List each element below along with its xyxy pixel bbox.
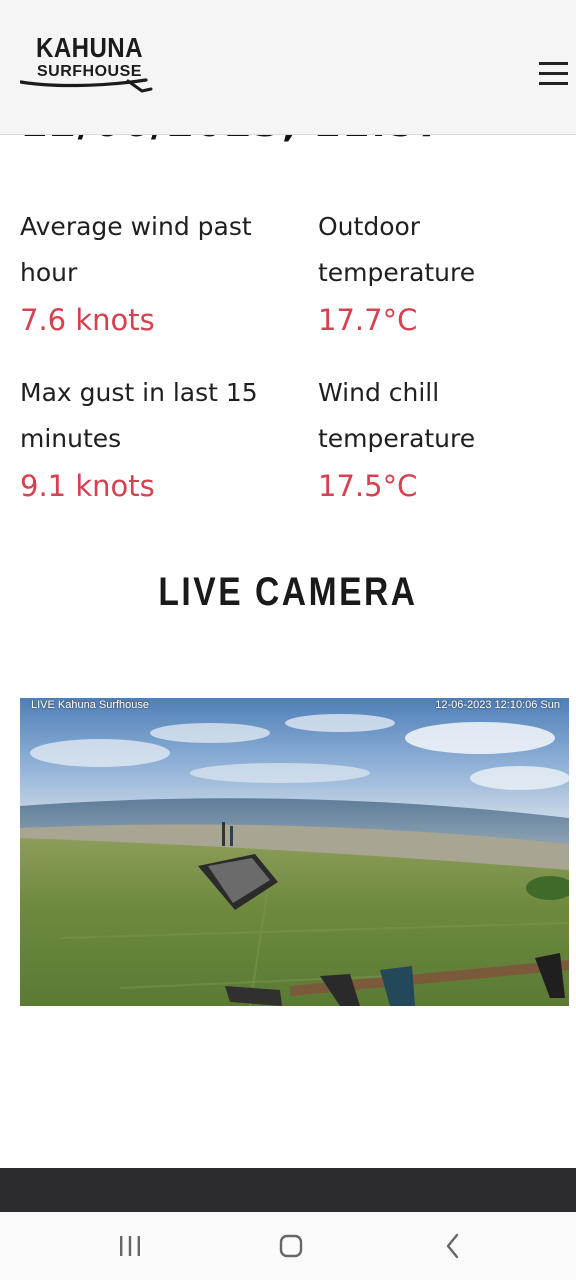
- back-icon[interactable]: [430, 1228, 474, 1264]
- camera-overlay-label: LIVE Kahuna Surfhouse: [31, 699, 150, 711]
- live-camera-feed[interactable]: LIVE Kahuna Surfhouse 12-06-2023 12:10:0…: [20, 698, 569, 1006]
- max-gust-value: 9.1 knots: [20, 469, 155, 503]
- outdoor-temp-label: Outdoor temperature: [318, 212, 476, 287]
- recent-apps-icon[interactable]: [108, 1228, 152, 1264]
- outdoor-temp-value: 17.7°C: [318, 303, 418, 337]
- hamburger-menu-icon[interactable]: [537, 59, 569, 87]
- camera-overlay-timestamp: 12-06-2023 12:10:06 Sun: [435, 699, 560, 711]
- avg-wind-stat: Average wind past hour 7.6 knots: [20, 204, 285, 344]
- site-footer: [0, 1168, 576, 1212]
- max-gust-label: Max gust in last 15 minutes: [20, 378, 258, 453]
- avg-wind-value: 7.6 knots: [20, 303, 155, 337]
- max-gust-stat: Max gust in last 15 minutes 9.1 knots: [20, 370, 285, 510]
- camera-image: [20, 698, 569, 1006]
- outdoor-temp-stat: Outdoor temperature 17.7°C: [318, 204, 558, 344]
- home-icon[interactable]: [269, 1228, 313, 1264]
- kahuna-surfhouse-logo[interactable]: KAHUNA SURFHOUSE: [20, 30, 155, 96]
- wind-chill-stat: Wind chill temperature 17.5°C: [318, 370, 558, 510]
- logo-text-kahuna: KAHUNA: [36, 32, 143, 63]
- site-header: KAHUNA SURFHOUSE: [0, 0, 576, 135]
- avg-wind-label: Average wind past hour: [20, 212, 252, 287]
- surfboard-swoosh-icon: [20, 78, 153, 93]
- android-navigation-bar: [0, 1212, 576, 1280]
- live-camera-heading: LIVE CAMERA: [158, 570, 418, 614]
- wind-chill-label: Wind chill temperature: [318, 378, 476, 453]
- wind-chill-value: 17.5°C: [318, 469, 418, 503]
